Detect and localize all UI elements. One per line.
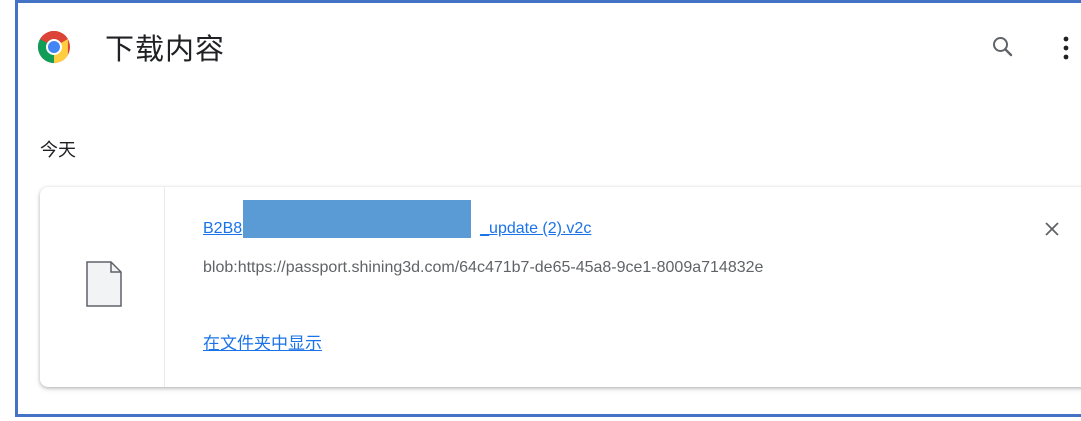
card-divider: [164, 187, 165, 387]
more-vert-icon[interactable]: [1058, 33, 1074, 63]
page-title: 下载内容: [105, 34, 226, 66]
file-icon: [86, 261, 122, 307]
search-icon[interactable]: [990, 34, 1016, 60]
section-date-label: 今天: [40, 140, 76, 160]
filename-suffix: _update (2).v2c: [480, 220, 592, 237]
chrome-logo-icon: [37, 30, 70, 64]
close-icon[interactable]: [1040, 217, 1064, 241]
download-card: B2B8 _update (2).v2c blob:https://passpor…: [40, 187, 1081, 387]
download-source-url: blob:https://passport.shining3d.com/64c4…: [203, 259, 764, 276]
show-in-folder-link[interactable]: 在文件夹中显示: [203, 329, 322, 354]
redaction-box: [243, 200, 471, 238]
filename-prefix: B2B8: [203, 220, 243, 237]
